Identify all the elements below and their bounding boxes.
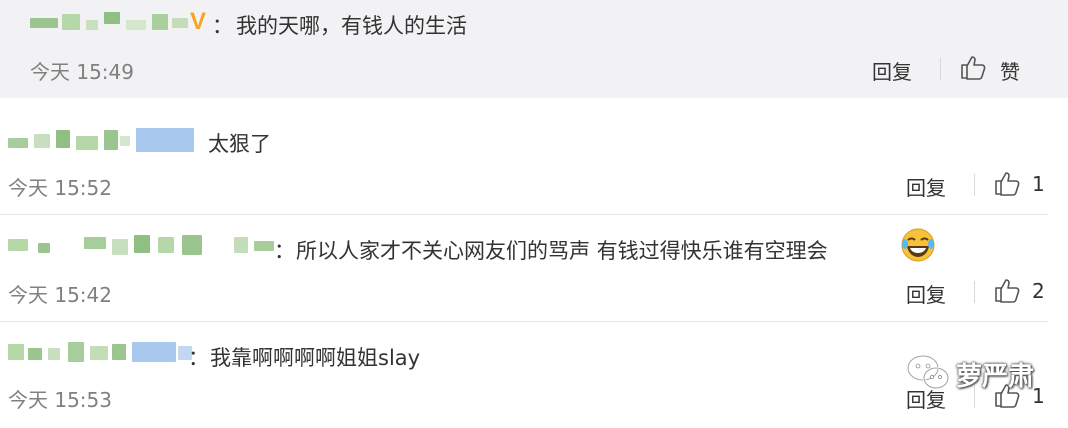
comment-text: 我的天哪，有钱人的生活 bbox=[236, 14, 467, 38]
thumbs-up-icon[interactable] bbox=[994, 277, 1020, 303]
divider bbox=[974, 281, 975, 303]
comment-time: 今天 15:53 bbox=[8, 388, 112, 412]
comment-time: 今天 15:42 bbox=[8, 283, 112, 307]
comment-item: ： 所以人家才不关心网友们的骂声 有钱过得快乐谁有空理会 今天 15:42 回复… bbox=[0, 215, 1068, 321]
comment-time: 今天 15:49 bbox=[30, 60, 134, 84]
divider bbox=[974, 174, 975, 196]
thumbs-up-icon[interactable] bbox=[960, 54, 986, 80]
username-censored[interactable] bbox=[8, 231, 278, 257]
username-censored[interactable] bbox=[30, 8, 190, 34]
like-button[interactable]: 赞 bbox=[1000, 56, 1020, 85]
like-count: 2 bbox=[1032, 279, 1045, 303]
watermark: 萝严肃 bbox=[904, 352, 1054, 400]
username-censored[interactable] bbox=[8, 126, 194, 152]
reply-button[interactable]: 回复 bbox=[906, 172, 946, 201]
divider bbox=[940, 58, 941, 80]
reply-button[interactable]: 回复 bbox=[906, 279, 946, 308]
like-count: 1 bbox=[1032, 172, 1045, 196]
colon: ： bbox=[188, 346, 209, 370]
colon: ： bbox=[212, 14, 233, 38]
comment-item: 太狠了 今天 15:52 回复 1 bbox=[0, 98, 1068, 214]
comment-text: 所以人家才不关心网友们的骂声 有钱过得快乐谁有空理会 bbox=[296, 239, 828, 263]
colon: ： bbox=[274, 239, 295, 263]
laughing-tears-emoji-icon bbox=[901, 228, 935, 262]
comment-text: 太狠了 bbox=[208, 132, 271, 156]
reply-button[interactable]: 回复 bbox=[872, 56, 912, 85]
verified-badge-icon: V bbox=[190, 8, 207, 35]
thumbs-up-icon[interactable] bbox=[994, 170, 1020, 196]
wechat-icon bbox=[906, 354, 950, 390]
watermark-text: 萝严肃 bbox=[956, 362, 1035, 392]
comment-time: 今天 15:52 bbox=[8, 176, 112, 200]
comment-text: 我靠啊啊啊啊姐姐slay bbox=[210, 346, 421, 370]
username-censored[interactable] bbox=[8, 338, 208, 364]
comment-item: V ： 我的天哪，有钱人的生活 今天 15:49 回复 赞 bbox=[0, 0, 1068, 98]
